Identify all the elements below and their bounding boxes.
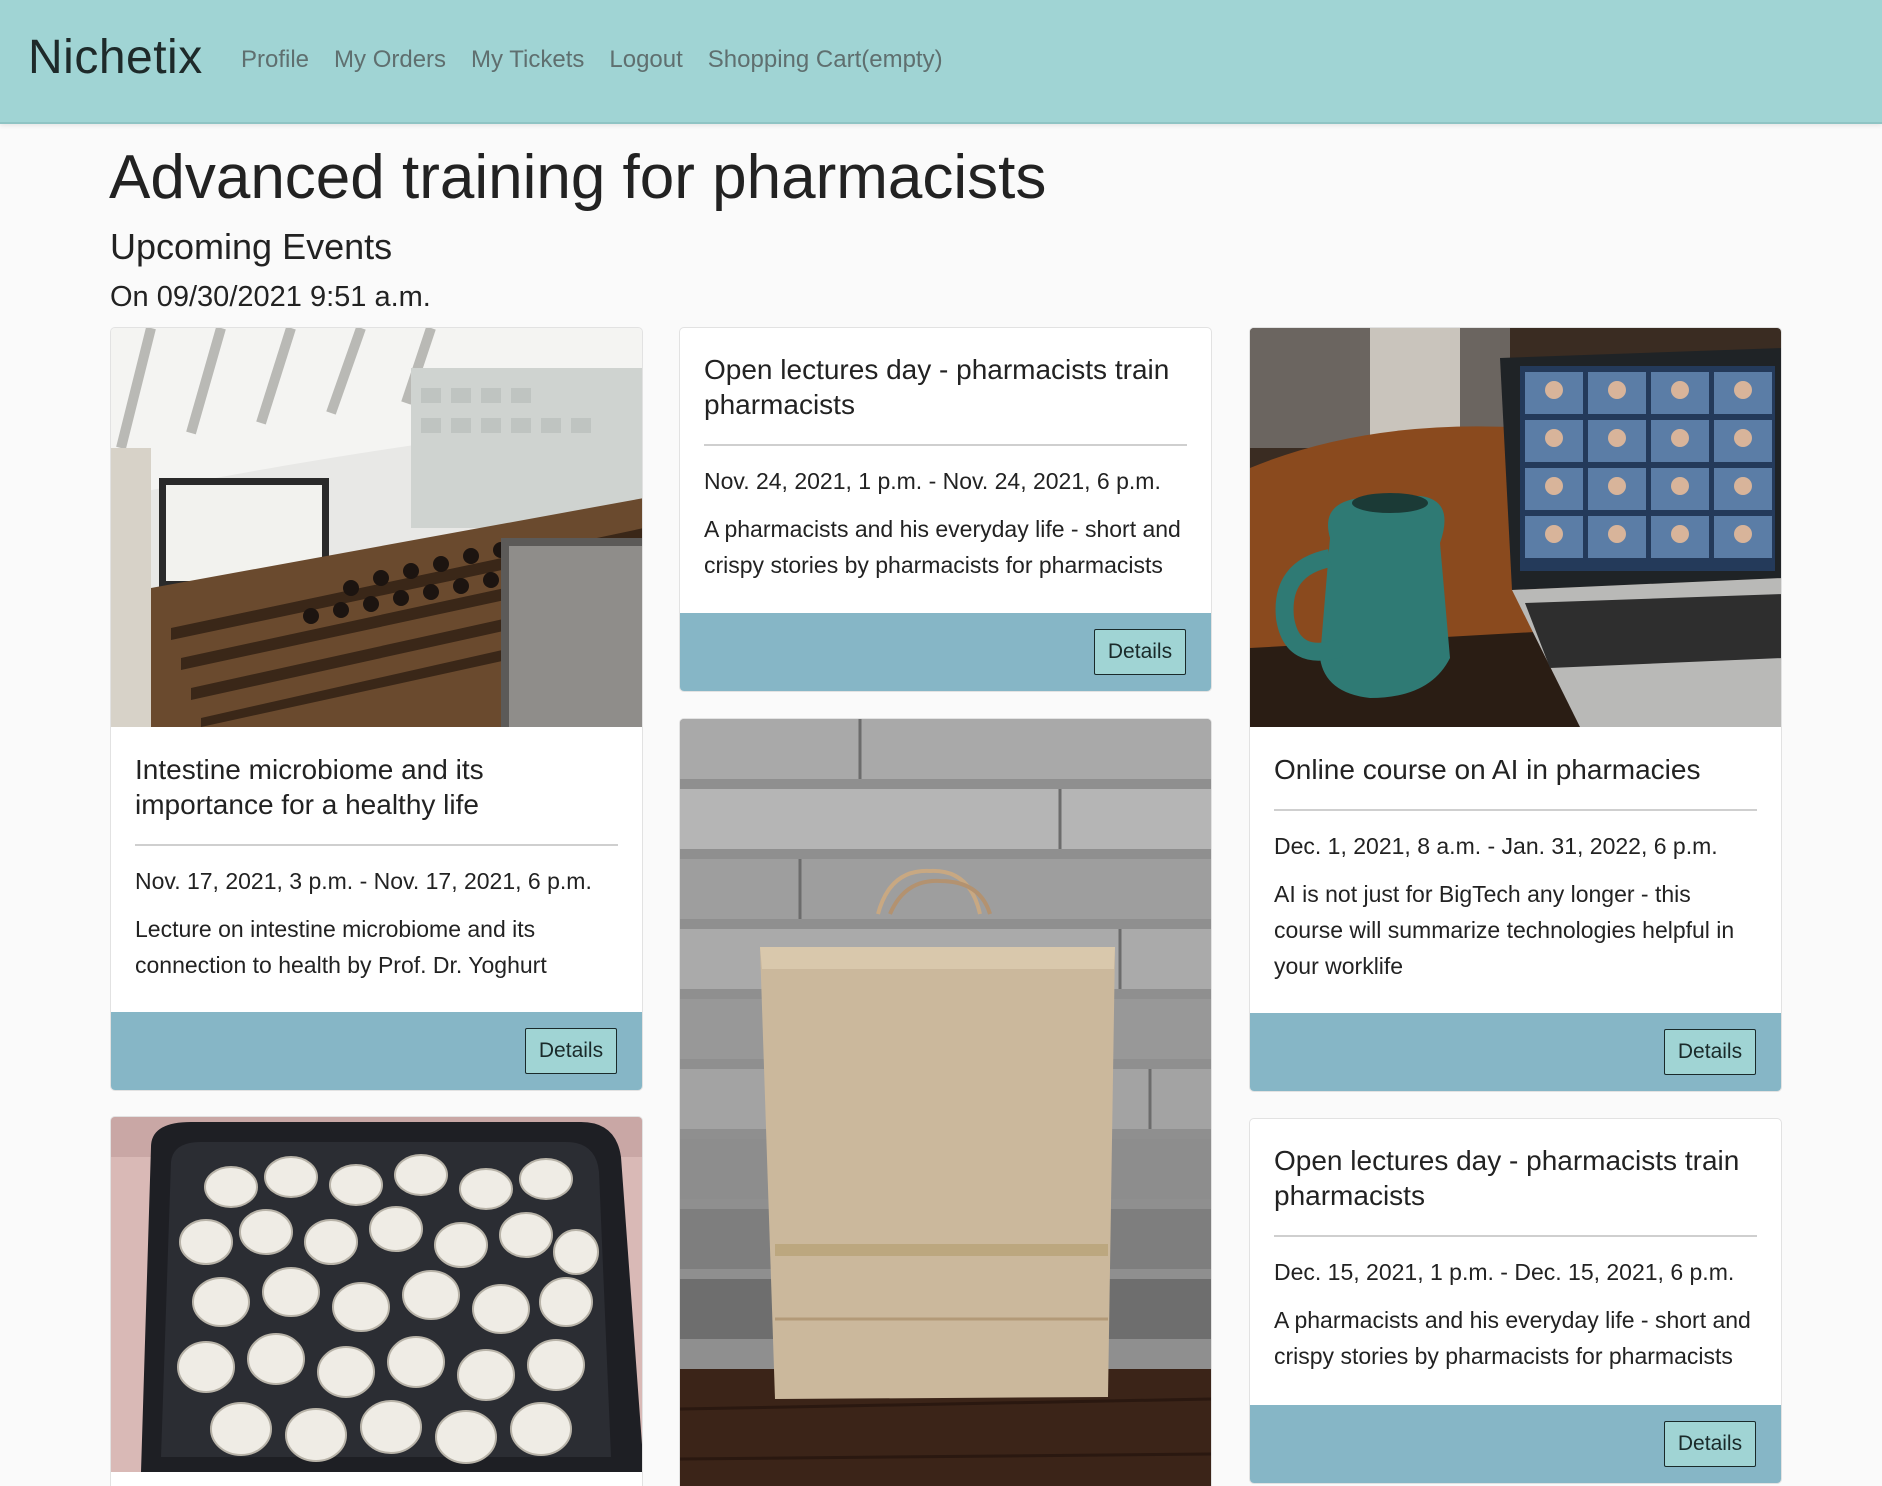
- event-dates: Nov. 17, 2021, 3 p.m. - Nov. 17, 2021, 6…: [135, 868, 592, 894]
- event-title: Open lectures day - pharmacists train ph…: [704, 352, 1187, 446]
- card-footer: Details: [1250, 1405, 1781, 1483]
- event-card: Online course on AI in pharmacies Dec. 1…: [1249, 327, 1782, 1092]
- nav-logout-link[interactable]: Logout: [609, 46, 682, 74]
- nav-shopping-cart-link[interactable]: Shopping Cart(empty): [708, 46, 943, 74]
- event-description: AI is not just for BigTech any longer - …: [1274, 881, 1735, 979]
- event-dates: Nov. 24, 2021, 1 p.m. - Nov. 24, 2021, 6…: [704, 468, 1161, 494]
- event-title: Online course on AI in pharmacies: [1274, 752, 1757, 811]
- nav-links: Profile My Orders My Tickets Logout Shop…: [241, 46, 943, 74]
- details-button[interactable]: Details: [1664, 1421, 1756, 1467]
- page-subtitle: Upcoming Events: [110, 226, 393, 267]
- event-card: [110, 1116, 643, 1486]
- card-body: Open lectures day - pharmacists train ph…: [1250, 1143, 1781, 1374]
- navbar: Nichetix Profile My Orders My Tickets Lo…: [0, 0, 1882, 124]
- paper-bag-image: [680, 719, 1211, 1486]
- event-description: A pharmacists and his everyday life - sh…: [1274, 1307, 1751, 1369]
- event-card: Open lectures day - pharmacists train ph…: [679, 327, 1212, 692]
- current-date: On 09/30/2021 9:51 a.m.: [110, 281, 431, 313]
- event-card: [679, 718, 1212, 1486]
- event-dates: Dec. 1, 2021, 8 a.m. - Jan. 31, 2022, 6 …: [1274, 833, 1718, 859]
- details-button[interactable]: Details: [525, 1028, 617, 1074]
- nav-profile-link[interactable]: Profile: [241, 46, 309, 74]
- nav-my-tickets-link[interactable]: My Tickets: [471, 46, 584, 74]
- event-title: Intestine microbiome and its importance …: [135, 752, 618, 846]
- event-card: Intestine microbiome and its importance …: [110, 327, 643, 1091]
- lecture-hall-image: [111, 328, 642, 727]
- event-card: Open lectures day - pharmacists train ph…: [1249, 1118, 1782, 1484]
- card-footer: Details: [680, 613, 1211, 691]
- details-button[interactable]: Details: [1664, 1029, 1756, 1075]
- card-footer: Details: [1250, 1013, 1781, 1091]
- card-footer: Details: [111, 1012, 642, 1090]
- event-description: Lecture on intestine microbiome and its …: [135, 916, 547, 978]
- card-body: Online course on AI in pharmacies Dec. 1…: [1250, 752, 1781, 984]
- card-body: Open lectures day - pharmacists train ph…: [680, 352, 1211, 583]
- page-title: Advanced training for pharmacists: [109, 143, 1047, 212]
- event-description: A pharmacists and his everyday life - sh…: [704, 516, 1181, 578]
- card-body: Intestine microbiome and its importance …: [111, 752, 642, 983]
- laptop-video-call-image: [1250, 328, 1781, 727]
- details-button[interactable]: Details: [1094, 629, 1186, 675]
- brand-logo[interactable]: Nichetix: [28, 30, 203, 85]
- event-dates: Dec. 15, 2021, 1 p.m. - Dec. 15, 2021, 6…: [1274, 1259, 1735, 1285]
- nav-my-orders-link[interactable]: My Orders: [334, 46, 446, 74]
- event-title: Open lectures day - pharmacists train ph…: [1274, 1143, 1757, 1237]
- pills-tin-image: [111, 1117, 642, 1472]
